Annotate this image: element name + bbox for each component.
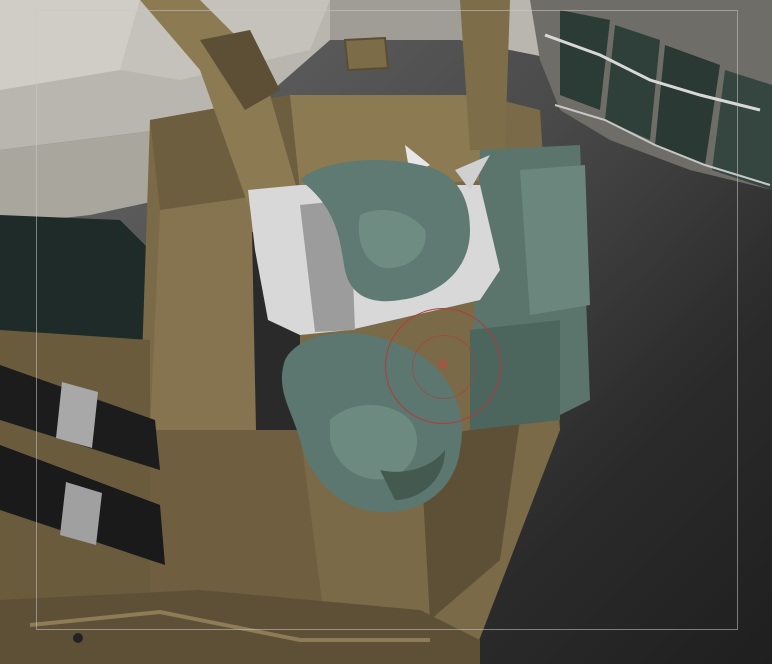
brush-inner-ring	[412, 335, 476, 399]
belt-rivet	[73, 633, 83, 643]
shoulder-pad-facet	[330, 0, 480, 40]
pouch-right-facet	[520, 165, 590, 315]
strap-buckle	[56, 382, 98, 448]
brush-cursor-icon[interactable]	[385, 308, 501, 424]
viewport-canvas[interactable]	[0, 0, 772, 664]
strap-buckle	[60, 482, 102, 545]
brush-focal-point	[440, 361, 446, 367]
strap-buckle	[343, 36, 390, 72]
sculpt-model[interactable]	[0, 0, 772, 664]
